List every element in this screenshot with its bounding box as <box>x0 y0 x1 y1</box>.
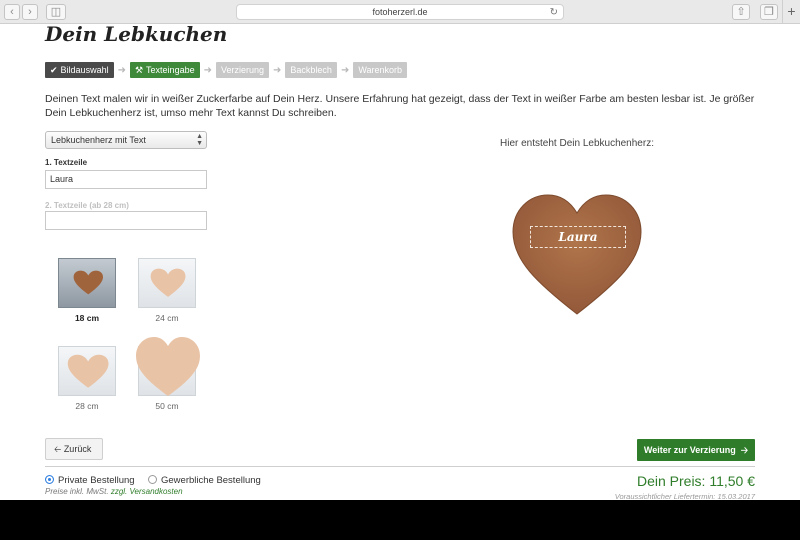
line2-input[interactable] <box>45 211 207 230</box>
divider <box>45 466 755 467</box>
forward-nav-icon[interactable]: › <box>22 4 38 20</box>
line1-label: 1. Textzeile <box>45 158 88 167</box>
radio-business-label: Gewerbliche Bestellung <box>161 475 261 486</box>
baking-tray-thumb <box>58 258 116 308</box>
shipping-link[interactable]: zzgl. Versandkosten <box>111 487 183 496</box>
size-option-18[interactable]: 18 cm <box>57 258 117 323</box>
back-button[interactable]: 🡠 Zurück <box>45 438 103 460</box>
step-texteingabe[interactable]: ⚒ Texteingabe <box>129 62 200 78</box>
arrow-right-icon: 🡢 <box>738 445 749 455</box>
sidebar-toggle-icon[interactable]: ◫ <box>46 4 66 20</box>
radio-private[interactable]: Private Bestellung <box>45 475 135 486</box>
baking-tray-thumb <box>136 337 200 396</box>
arrow-right-icon: ➜ <box>203 64 212 76</box>
delivery-date: Voraussichtlicher Liefertermin: 15.03.20… <box>614 492 755 500</box>
step-warenkorb[interactable]: Warenkorb <box>353 62 408 78</box>
line1-input[interactable]: Laura <box>45 170 207 189</box>
price: Dein Preis: 11,50 € <box>636 473 755 489</box>
check-icon: ✔ <box>50 65 58 75</box>
size-option-24[interactable]: 24 cm <box>137 258 197 323</box>
reload-icon[interactable]: ↻ <box>550 6 558 20</box>
intro-text: Deinen Text malen wir in weißer Zuckerfa… <box>45 93 755 119</box>
arrow-right-icon: ➜ <box>273 64 282 76</box>
baking-tray-thumb <box>58 346 116 396</box>
page-content: Dein Lebkuchen ✔ Bildauswahl ➜ ⚒ Texteinga… <box>0 24 800 500</box>
step-bildauswahl[interactable]: ✔ Bildauswahl <box>45 62 114 78</box>
heart-large-icon <box>67 354 109 388</box>
product-select-value: Lebkuchenherz mit Text <box>51 135 146 145</box>
heart-text-overlay: Laura <box>530 226 626 248</box>
size-option-50[interactable]: 50 cm <box>136 337 200 411</box>
new-tab-icon[interactable]: + <box>782 0 800 24</box>
arrow-right-icon: ➜ <box>117 64 126 76</box>
wrench-icon: ⚒ <box>134 65 144 75</box>
step-verzierung[interactable]: Verzierung <box>215 62 270 78</box>
product-select[interactable]: Lebkuchenherz mit Text ▲ ▼ <box>45 131 207 149</box>
step-backblech[interactable]: Backblech <box>285 62 337 78</box>
next-button[interactable]: Weiter zur Verzierung 🡢 <box>637 439 755 461</box>
size-label: 18 cm <box>74 313 100 323</box>
browser-toolbar: ‹ › ◫ fotoherzerl.de ↻ ⇧ ❐ + <box>0 0 800 24</box>
arrow-left-icon: 🡠 <box>54 444 62 454</box>
tabs-icon[interactable]: ❐ <box>760 4 778 20</box>
heart-xl-icon <box>136 337 200 396</box>
size-label: 24 cm <box>155 313 179 323</box>
size-option-28[interactable]: 28 cm <box>57 346 117 411</box>
radio-private-label: Private Bestellung <box>58 475 135 486</box>
next-button-label: Weiter zur Verzierung <box>643 445 736 455</box>
arrow-right-icon: ➜ <box>340 64 350 76</box>
select-arrows-icon: ▲ ▼ <box>196 133 203 147</box>
share-icon[interactable]: ⇧ <box>732 4 750 20</box>
back-nav-icon[interactable]: ‹ <box>4 4 20 20</box>
baking-tray-thumb <box>138 258 196 308</box>
radio-checked-icon <box>45 475 54 484</box>
url-text: fotoherzerl.de <box>372 7 428 17</box>
tax-note: Preise inkl. MwSt. zzgl. Versandkosten <box>45 487 183 496</box>
page-title: Dein Lebkuchen <box>45 24 228 46</box>
back-button-label: Zurück <box>63 444 92 454</box>
heart-small-icon <box>73 270 103 295</box>
size-label: 28 cm <box>75 401 99 411</box>
radio-unchecked-icon <box>148 475 157 484</box>
line2-label: 2. Textzeile (ab 28 cm) <box>45 201 129 210</box>
radio-business[interactable]: Gewerbliche Bestellung <box>148 475 261 486</box>
address-bar[interactable]: fotoherzerl.de ↻ <box>236 4 564 20</box>
size-label: 50 cm <box>155 401 179 411</box>
gingerbread-heart-preview <box>512 194 642 315</box>
preview-label: Hier entsteht Dein Lebkuchenherz: <box>500 138 654 149</box>
heart-medium-icon <box>150 268 186 297</box>
progress-steps: ✔ Bildauswahl ➜ ⚒ Texteingabe ➜ Verzierung… <box>45 62 408 78</box>
